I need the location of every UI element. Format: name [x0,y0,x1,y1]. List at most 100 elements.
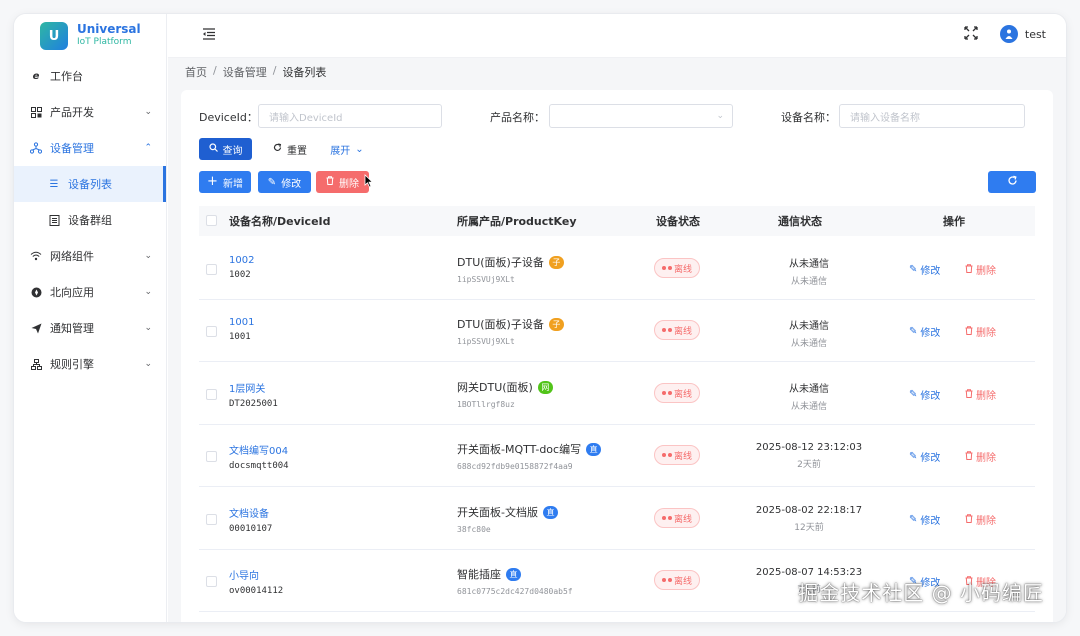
device-name-link[interactable]: 1层网关 [229,380,278,395]
query-button[interactable]: 查询 [199,138,252,160]
row-edit-label: 修改 [920,453,941,464]
status-dot-icon [668,328,672,332]
breadcrumb-current: 设备列表 [282,66,327,79]
edit-icon: ✎ [909,389,918,400]
row-edit-button[interactable]: ✎ 修改 [909,512,940,527]
row-delete-label: 删除 [976,391,996,402]
wifi-icon [30,250,42,262]
trash-icon [326,176,334,188]
row-delete-button[interactable]: 删除 [965,262,996,277]
breadcrumb-home[interactable]: 首页 [185,64,207,80]
row-checkbox[interactable] [206,451,217,462]
table-row: 1001 1001 DTU(面板)子设备 子 1ipSSVUj9XLt 离线 从… [199,300,1035,362]
sidebar-item-label: 产品开发 [50,106,94,119]
breadcrumb-section[interactable]: 设备管理 [223,64,267,80]
device-id: DT2025001 [229,399,278,409]
trash-icon [965,513,973,526]
product-name-select[interactable]: ⌄ [549,104,733,128]
sidebar-item-rules[interactable]: 规则引擎 ⌄ [14,346,166,382]
chevron-up-icon: ⌃ [144,143,152,153]
row-checkbox[interactable] [206,514,217,525]
edit-icon: ✎ [909,514,918,525]
row-checkbox[interactable] [206,389,217,400]
product-name: DTU(面板)子设备 [457,256,544,269]
row-edit-button[interactable]: ✎ 修改 [909,449,940,464]
product-name: 开关面板-文档版 [457,506,538,519]
chevron-down-icon: ⌄ [144,251,152,261]
product-key: 1BOTllrgf8uz [457,400,515,409]
row-delete-label: 删除 [976,516,996,527]
refresh-button[interactable] [988,171,1036,193]
device-name-label: 设备名称： [781,111,836,124]
sidebar-item-product-dev[interactable]: 产品开发 ⌄ [14,94,166,130]
comm-status: 从未通信 [789,384,829,395]
delete-button[interactable]: 删除 [316,171,369,193]
device-id: 00010107 [229,524,273,534]
row-delete-label: 删除 [976,453,996,464]
sidebar-item-label: 规则引擎 [50,358,94,371]
status-dot-icon [668,266,672,270]
product-key: 1ipSSVUj9XLt [457,337,515,346]
app-window: U Universal IoT Platform e 工作台 产品开发 ⌄ 设备… [14,14,1066,622]
row-delete-button[interactable]: 删除 [965,387,996,402]
row-delete-label: 删除 [976,266,996,277]
device-name-input[interactable]: 请输入设备名称 [839,104,1025,128]
row-checkbox[interactable] [206,576,217,587]
product-key: 688cd92fdb9e0158872f4aa9 [457,462,573,471]
sidebar-item-device-mgmt[interactable]: 设备管理 ⌃ [14,130,166,166]
expand-button[interactable]: 展开 ⌄ [327,138,367,160]
status-dot-icon [662,578,666,582]
sidebar-item-notify[interactable]: 通知管理 ⌄ [14,310,166,346]
row-edit-button[interactable]: ✎ 修改 [909,262,940,277]
chevron-down-icon: ⌄ [144,287,152,297]
reset-button[interactable]: 重置 [267,138,313,160]
product-type-tag: 子 [548,255,564,269]
main-content: 首页 / 设备管理 / 设备列表 DeviceId： 请输入DeviceId 产… [168,58,1066,622]
username: test [1024,27,1046,41]
device-name-link[interactable]: 1002 [229,255,254,266]
product-type-tag: 直 [586,442,602,456]
fullscreen-icon[interactable] [964,26,978,40]
row-checkbox[interactable] [206,326,217,337]
deviceid-input[interactable]: 请输入DeviceId [258,104,442,128]
sidebar-item-northbound[interactable]: 北向应用 ⌄ [14,274,166,310]
sidebar-item-label: 设备列表 [68,178,112,191]
trash-icon [965,450,973,463]
sidebar-item-network[interactable]: 网络组件 ⌄ [14,238,166,274]
row-delete-label: 删除 [976,328,996,339]
sidebar-item-label: 网络组件 [50,250,94,263]
sidebar-item-device-group[interactable]: 设备群组 [14,202,166,238]
row-delete-button[interactable]: 删除 [965,512,996,527]
device-name-link[interactable]: 小导向 [229,567,283,582]
row-edit-button[interactable]: ✎ 修改 [909,387,940,402]
expand-label: 展开 [330,145,351,157]
device-name-link[interactable]: 文档设备 [229,505,272,520]
device-id: 1001 [229,332,251,342]
product-name-label: 产品名称： [490,111,545,124]
device-name-link[interactable]: 文档编写004 [229,442,289,457]
comm-status: 2025-08-12 23:12:03 [755,442,863,453]
status-text: 离线 [674,514,693,525]
sidebar: U Universal IoT Platform e 工作台 产品开发 ⌄ 设备… [14,14,167,622]
chevron-down-icon: ⌄ [144,323,152,333]
row-delete-button[interactable]: 删除 [965,449,996,464]
comm-status: 2025-08-02 22:18:17 [755,505,863,516]
breadcrumb-separator: / [213,64,217,77]
user-menu[interactable]: test [999,25,1046,43]
chevron-down-icon: ⌄ [144,359,152,369]
row-checkbox[interactable] [206,264,217,275]
comm-status-relative: 从未通信 [790,339,827,349]
sidebar-item-label: 通知管理 [50,322,94,335]
row-delete-button[interactable]: 删除 [965,324,996,339]
add-button[interactable]: + 新增 [199,171,251,193]
col-product: 所属产品/ProductKey [457,215,577,228]
row-edit-button[interactable]: ✎ 修改 [909,324,940,339]
sidebar-item-workbench[interactable]: e 工作台 [14,58,166,94]
sidebar-item-device-list[interactable]: ☰ 设备列表 [14,166,166,202]
edit-button[interactable]: ✎ 修改 [258,171,311,193]
collapse-menu-icon[interactable] [202,28,216,42]
device-name-link[interactable]: 1001 [229,317,254,328]
select-all-checkbox[interactable] [206,215,217,226]
comm-status: 从未通信 [789,321,829,332]
edit-icon: ✎ [909,264,918,275]
